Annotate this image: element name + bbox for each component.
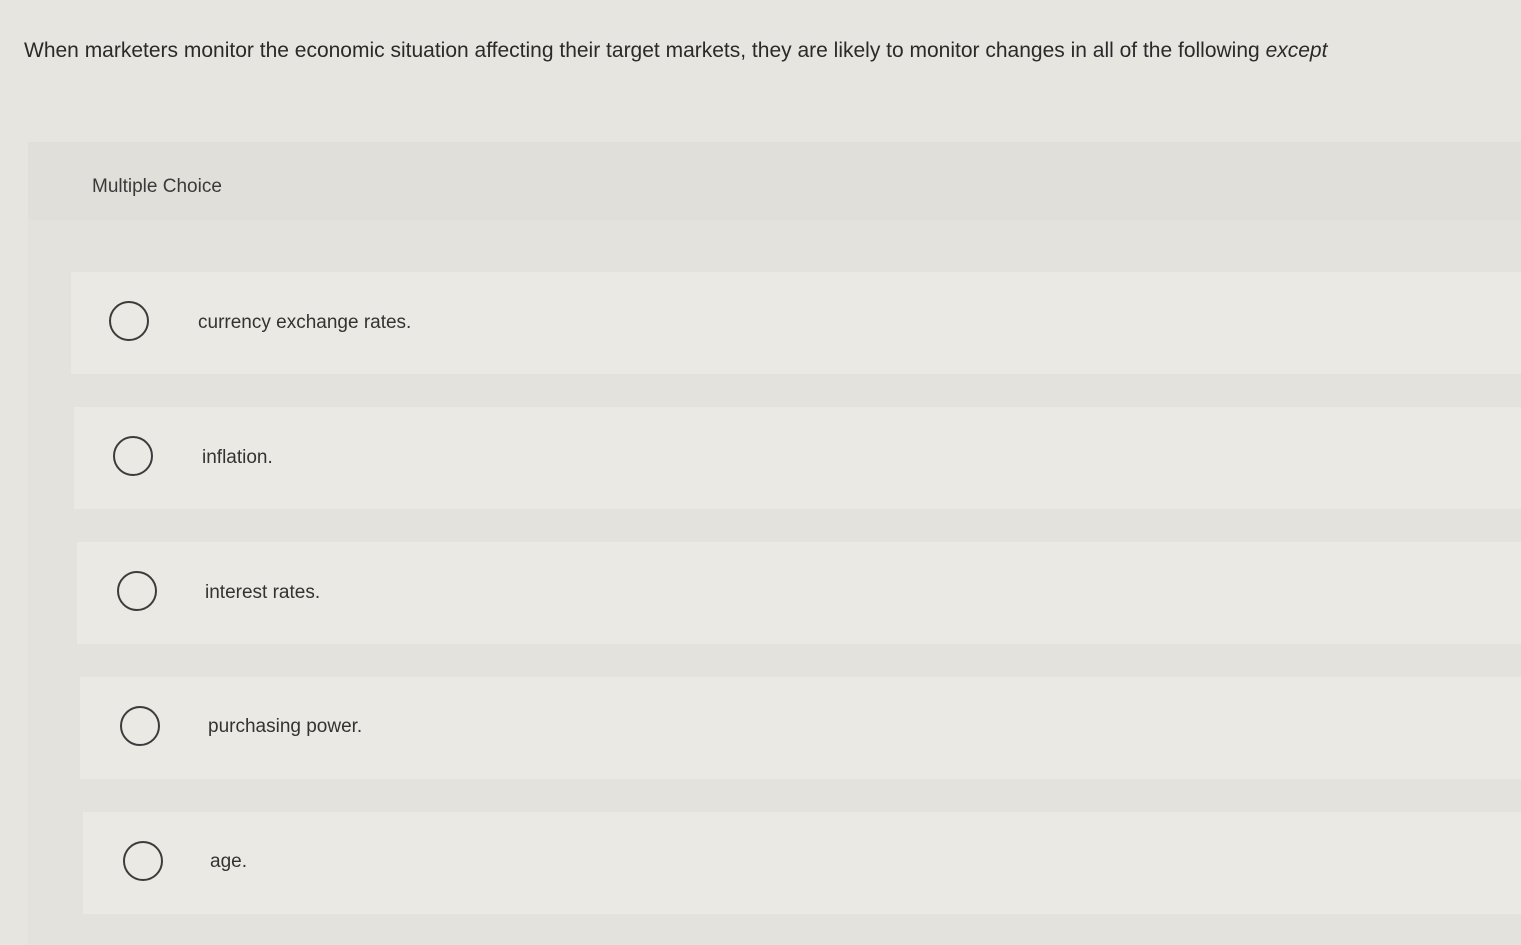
question-emphasis: except [1265, 39, 1328, 62]
radio-button[interactable] [109, 301, 149, 341]
option-label: purchasing power. [208, 716, 363, 737]
option-label: currency exchange rates. [198, 312, 412, 333]
option-inflation[interactable]: inflation. [74, 407, 1521, 509]
question-text: When marketers monitor the economic situ… [24, 36, 1504, 66]
radio-button[interactable] [113, 436, 153, 476]
panel-header: Multiple Choice [28, 142, 1521, 220]
option-currency-exchange-rates[interactable]: currency exchange rates. [71, 272, 1521, 374]
option-label: inflation. [202, 447, 273, 468]
option-label: interest rates. [205, 582, 321, 603]
radio-button[interactable] [117, 571, 157, 611]
radio-button[interactable] [123, 841, 163, 881]
radio-button[interactable] [120, 706, 160, 746]
option-interest-rates[interactable]: interest rates. [77, 542, 1521, 644]
question-stem: When marketers monitor the economic situ… [24, 39, 1260, 62]
panel-title: Multiple Choice [92, 176, 222, 197]
option-purchasing-power[interactable]: purchasing power. [80, 677, 1521, 779]
option-age[interactable]: age. [83, 812, 1521, 914]
option-label: age. [210, 851, 247, 872]
multiple-choice-panel: Multiple Choice currency exchange rates.… [28, 142, 1521, 945]
